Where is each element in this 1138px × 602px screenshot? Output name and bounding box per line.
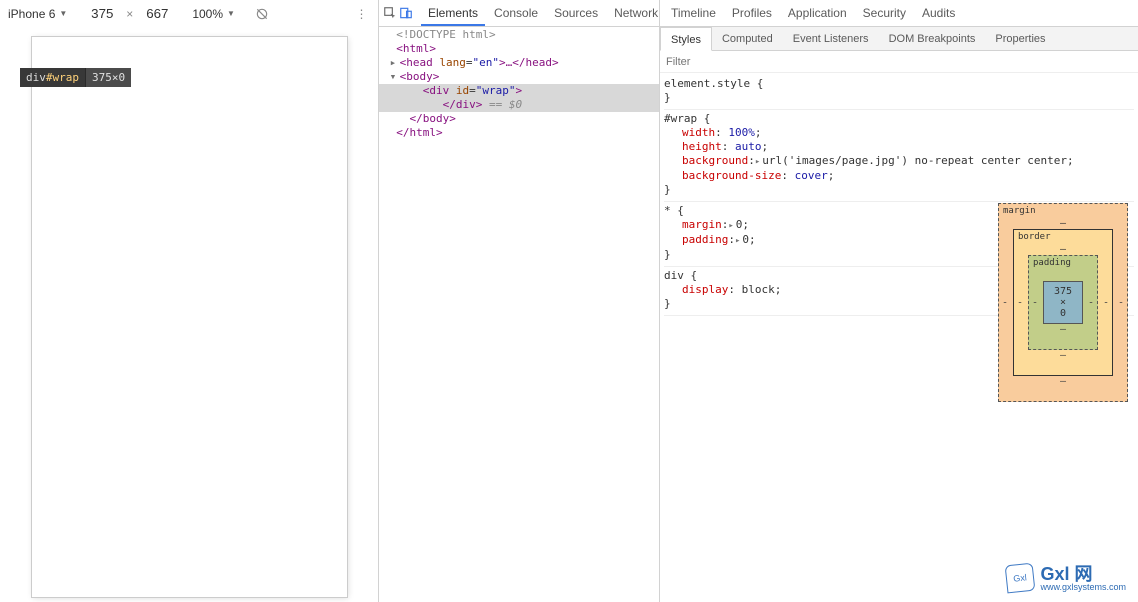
device-height-input[interactable]: [142, 6, 172, 21]
device-toolbar: iPhone 6 × 100% ⋮: [0, 0, 378, 27]
css-rule[interactable]: element.style { }: [664, 75, 1134, 110]
zoom-select[interactable]: 100%: [192, 7, 235, 21]
styles-pane: Timeline Profiles Application Security A…: [660, 0, 1138, 602]
dom-line-selected[interactable]: <div id="wrap"> </div> == $0: [379, 84, 659, 112]
tab-application[interactable]: Application: [781, 0, 854, 26]
device-mode-icon[interactable]: [399, 3, 413, 23]
tab-security[interactable]: Security: [856, 0, 913, 26]
dom-line[interactable]: <!DOCTYPE html>: [379, 28, 659, 42]
inspect-icon[interactable]: [383, 3, 397, 23]
tab-sources[interactable]: Sources: [547, 0, 605, 26]
styles-tab-dombp[interactable]: DOM Breakpoints: [879, 27, 986, 50]
tab-console[interactable]: Console: [487, 0, 545, 26]
devtools-tabbar-overflow: Timeline Profiles Application Security A…: [660, 0, 1138, 27]
kebab-icon[interactable]: ⋮: [352, 5, 370, 23]
devtools-tabbar: Elements Console Sources Network: [379, 0, 659, 27]
dom-line[interactable]: <html>: [379, 42, 659, 56]
styles-filter-input[interactable]: [666, 56, 1132, 68]
dom-tree[interactable]: <!DOCTYPE html> <html> ▸<head lang="en">…: [379, 27, 659, 602]
device-frame[interactable]: [32, 37, 347, 597]
styles-tab-computed[interactable]: Computed: [712, 27, 783, 50]
dom-line[interactable]: ▸<head lang="en">…</head>: [379, 56, 659, 70]
hover-dimensions: 375×0: [85, 68, 131, 87]
app-root: iPhone 6 × 100% ⋮ div#wrap 375×0: [0, 0, 1138, 602]
styles-filter-row: [660, 51, 1138, 73]
rotate-icon[interactable]: [253, 5, 271, 23]
hover-selector: div#wrap: [20, 68, 85, 87]
styles-tab-properties[interactable]: Properties: [985, 27, 1055, 50]
css-rule[interactable]: #wrap { width: 100%; height: auto; backg…: [664, 110, 1134, 202]
styles-tab-listeners[interactable]: Event Listeners: [783, 27, 879, 50]
device-select[interactable]: iPhone 6: [8, 7, 67, 21]
tab-network[interactable]: Network: [607, 0, 665, 26]
box-model-content: 375 × 0: [1043, 281, 1083, 324]
tab-profiles[interactable]: Profiles: [725, 0, 779, 26]
watermark-logo: Gxl Gxl 网 www.gxlsystems.com: [1006, 564, 1126, 592]
tab-timeline[interactable]: Timeline: [664, 0, 723, 26]
dom-line[interactable]: </body>: [379, 112, 659, 126]
device-width-input[interactable]: [87, 6, 117, 21]
dimension-separator: ×: [126, 7, 133, 21]
styles-tabstrip: Styles Computed Event Listeners DOM Brea…: [660, 27, 1138, 51]
element-hover-tooltip: div#wrap 375×0: [20, 68, 131, 87]
tab-elements[interactable]: Elements: [421, 0, 485, 26]
tab-audits[interactable]: Audits: [915, 0, 962, 26]
device-preview-pane: iPhone 6 × 100% ⋮ div#wrap 375×0: [0, 0, 379, 602]
dom-line[interactable]: </html>: [379, 126, 659, 140]
device-viewport-area: [0, 27, 378, 602]
shield-icon: Gxl: [1005, 563, 1036, 594]
elements-pane: Elements Console Sources Network <!DOCTY…: [379, 0, 660, 602]
box-model-diagram[interactable]: margin – -- border – -- padding - -- 375…: [998, 203, 1128, 402]
dom-line[interactable]: ▾<body>: [379, 70, 659, 84]
styles-tab-styles[interactable]: Styles: [660, 27, 712, 51]
